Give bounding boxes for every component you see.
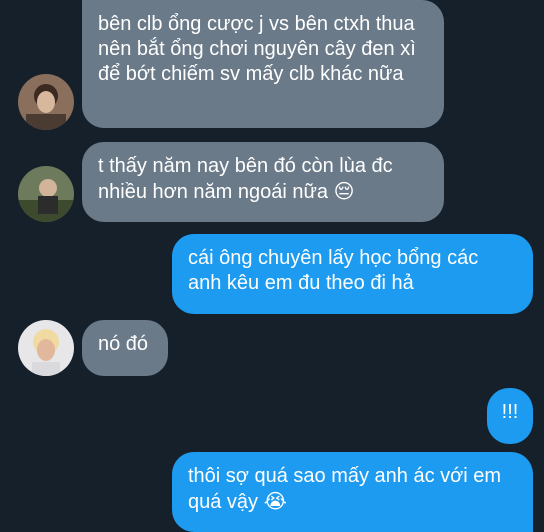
message-bubble[interactable]: t thấy năm nay bên đó còn lùa đc nhiều h… [82,142,444,222]
message-text: !!! [501,401,519,423]
pensive-face-icon: 😔 [333,179,355,203]
avatar[interactable] [18,320,74,376]
message-bubble[interactable]: bên clb ổng cược j vs bên ctxh thua nên … [82,0,444,128]
crying-face-icon: 😭 [263,489,287,513]
avatar[interactable] [18,74,74,130]
message-bubble[interactable]: !!! [487,388,533,444]
message-bubble[interactable]: thôi sợ quá sao mấy anh ác với em quá vậ… [172,452,533,532]
message-text: bên clb ổng cược j vs bên ctxh thua nên … [98,13,416,85]
message-text: thôi sợ quá sao mấy anh ác với em quá vậ… [188,465,502,513]
message-text: nó đó [98,333,149,355]
avatar[interactable] [18,166,74,222]
message-bubble[interactable]: cái ông chuyên lấy học bổng các anh kêu … [172,234,533,314]
message-bubble[interactable]: nó đó [82,320,168,376]
message-text: cái ông chuyên lấy học bổng các anh kêu … [188,247,479,294]
